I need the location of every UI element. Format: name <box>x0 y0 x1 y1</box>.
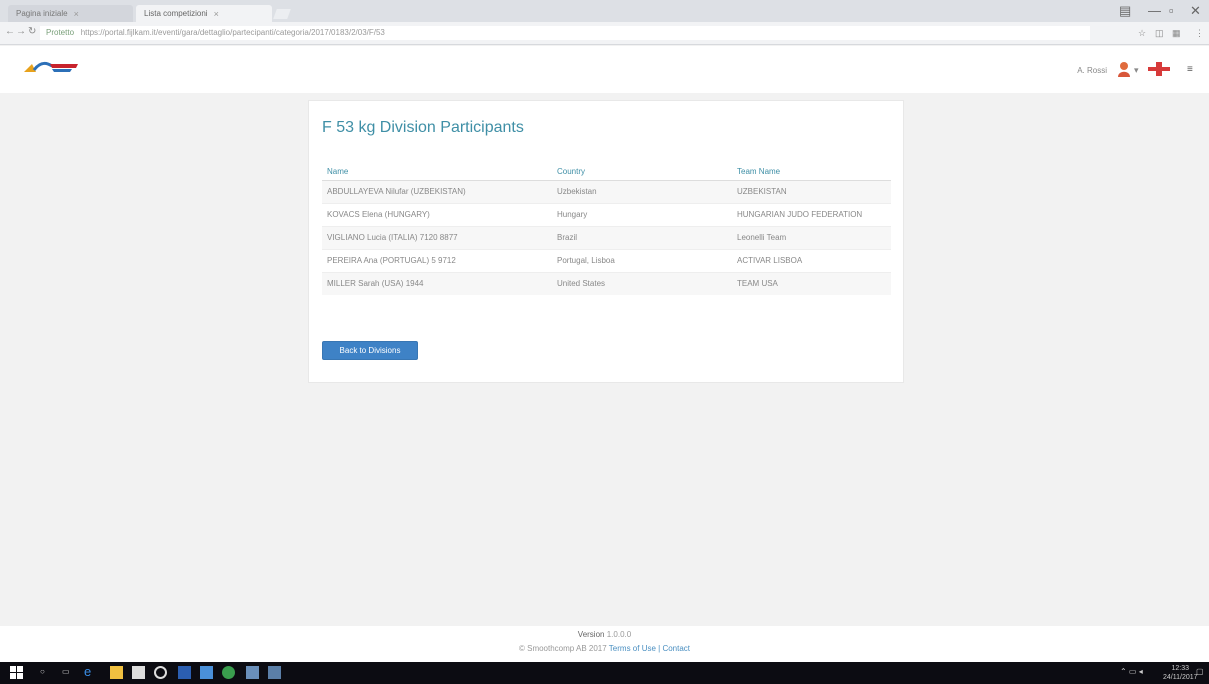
site-logo[interactable] <box>22 60 82 76</box>
copyright-text: © Smoothcomp AB 2017 <box>518 644 607 653</box>
participants-card: F 53 kg Division Participants Name Count… <box>308 100 904 383</box>
language-flag-icon[interactable] <box>1148 62 1170 76</box>
settings-icon[interactable] <box>154 666 167 679</box>
tab-1-close-icon[interactable]: × <box>74 9 79 19</box>
search-icon[interactable]: ○ <box>40 667 45 676</box>
avatar[interactable] <box>1117 60 1131 78</box>
store-icon[interactable] <box>132 666 145 679</box>
windows-start-icon[interactable] <box>10 666 23 679</box>
file-explorer-icon[interactable] <box>110 666 123 679</box>
word-icon[interactable] <box>178 666 191 679</box>
outlook-icon[interactable] <box>200 666 213 679</box>
tab-2-close-icon[interactable]: × <box>214 9 219 19</box>
participant-country: Hungary <box>552 202 732 226</box>
participant-team: UZBEKISTAN <box>732 179 891 203</box>
browser-tab-bar: Pagina iniziale × Lista competizioni × ▤… <box>0 0 1209 22</box>
participant-team: ACTIVAR LISBOA <box>732 248 891 272</box>
app-icon[interactable] <box>246 666 259 679</box>
version-number: 1.0.0.0 <box>606 630 632 639</box>
action-center-icon[interactable]: ▢ <box>1196 667 1204 676</box>
participant-country: Brazil <box>552 225 732 249</box>
address-bar-row: ← → ↻ Protetto https://portal.fijlkam.it… <box>0 22 1209 45</box>
participants-table: Name Country Team Name ABDULLAYEVA Niluf… <box>322 163 891 295</box>
participant-name: MILLER Sarah (USA) 1944 <box>322 271 552 295</box>
url-text: https://portal.fijlkam.it/eventi/gara/de… <box>80 28 385 37</box>
browser-tab-2[interactable]: Lista competizioni × <box>136 5 272 22</box>
version-label: Version <box>577 630 605 639</box>
reload-icon[interactable]: ↻ <box>28 26 36 37</box>
user-profile-icon[interactable]: ▤ <box>1119 3 1131 19</box>
browser-tab-1[interactable]: Pagina iniziale × <box>8 5 133 22</box>
url-input[interactable]: Protetto https://portal.fijlkam.it/event… <box>40 26 1090 40</box>
footer-version: Version 1.0.0.0 <box>0 630 1209 639</box>
table-row[interactable]: KOVACS Elena (HUNGARY) Hungary HUNGARIAN… <box>322 202 891 226</box>
tab-2-label: Lista competizioni <box>144 9 208 18</box>
edge-browser-icon[interactable]: e <box>84 664 97 679</box>
participant-name: ABDULLAYEVA Nilufar (UZBEKISTAN) <box>322 179 552 203</box>
close-window-icon[interactable]: ✕ <box>1190 3 1201 19</box>
menu-hamburger-icon[interactable]: ≡ <box>1187 64 1193 75</box>
back-to-divisions-button[interactable]: Back to Divisions <box>322 341 418 360</box>
browser-menu-icon[interactable]: ⋮ <box>1195 28 1204 39</box>
site-footer: Version 1.0.0.0 © Smoothcomp AB 2017 Ter… <box>0 626 1209 662</box>
table-row[interactable]: VIGLIANO Lucia (ITALIA) 7120 8877 Brazil… <box>322 225 891 249</box>
user-dropdown-icon[interactable]: ▾ <box>1134 65 1139 76</box>
footer-links[interactable]: Terms of Use | Contact <box>609 644 690 653</box>
chrome-icon[interactable] <box>222 666 235 679</box>
windows-taskbar: ○ ▭ e ⌃ ▭ ◂ 12:33 24/11/2017 ▢ <box>0 662 1209 684</box>
participant-name: KOVACS Elena (HUNGARY) <box>322 202 552 226</box>
clock-time: 12:33 <box>1171 665 1190 672</box>
forward-icon[interactable]: → <box>16 26 26 37</box>
participant-team: HUNGARIAN JUDO FEDERATION <box>732 202 891 226</box>
table-row[interactable]: ABDULLAYEVA Nilufar (UZBEKISTAN) Uzbekis… <box>322 179 891 203</box>
table-row[interactable]: PEREIRA Ana (PORTUGAL) 5 9712 Portugal, … <box>322 248 891 272</box>
table-row[interactable]: MILLER Sarah (USA) 1944 United States TE… <box>322 271 891 295</box>
app-2-icon[interactable] <box>268 666 281 679</box>
footer-copyright: © Smoothcomp AB 2017 Terms of Use | Cont… <box>0 644 1209 653</box>
bookmark-star-icon[interactable]: ☆ <box>1138 28 1146 39</box>
extension-icon[interactable]: ◫ <box>1155 28 1164 39</box>
system-tray-icon[interactable]: ⌃ ▭ ◂ <box>1120 667 1143 676</box>
back-icon[interactable]: ← <box>5 26 15 37</box>
participant-country: United States <box>552 271 732 295</box>
column-header-country[interactable]: Country <box>552 163 732 181</box>
table-header-row: Name Country Team Name <box>322 163 891 181</box>
site-header: A. Rossi ▾ ≡ <box>0 46 1209 93</box>
participant-name: VIGLIANO Lucia (ITALIA) 7120 8877 <box>322 225 552 249</box>
new-tab-button[interactable] <box>273 9 291 19</box>
participant-team: TEAM USA <box>732 271 891 295</box>
participant-country: Portugal, Lisboa <box>552 248 732 272</box>
column-header-name[interactable]: Name <box>322 163 552 181</box>
page-title: F 53 kg Division Participants <box>322 119 524 136</box>
user-name[interactable]: A. Rossi <box>1077 66 1107 75</box>
secure-label: Protetto <box>46 28 75 37</box>
participant-name: PEREIRA Ana (PORTUGAL) 5 9712 <box>322 248 552 272</box>
taskbar-clock[interactable]: 12:33 24/11/2017 <box>1163 664 1198 682</box>
clock-date: 24/11/2017 <box>1163 674 1198 681</box>
task-view-icon[interactable]: ▭ <box>62 667 70 676</box>
extension-2-icon[interactable]: ▦ <box>1172 28 1181 39</box>
participant-team: Leonelli Team <box>732 225 891 249</box>
minimize-icon[interactable]: — <box>1148 3 1161 18</box>
column-header-team[interactable]: Team Name <box>732 163 891 181</box>
maximize-icon[interactable]: ▫ <box>1169 3 1174 18</box>
tab-1-label: Pagina iniziale <box>16 9 68 18</box>
participant-country: Uzbekistan <box>552 179 732 203</box>
